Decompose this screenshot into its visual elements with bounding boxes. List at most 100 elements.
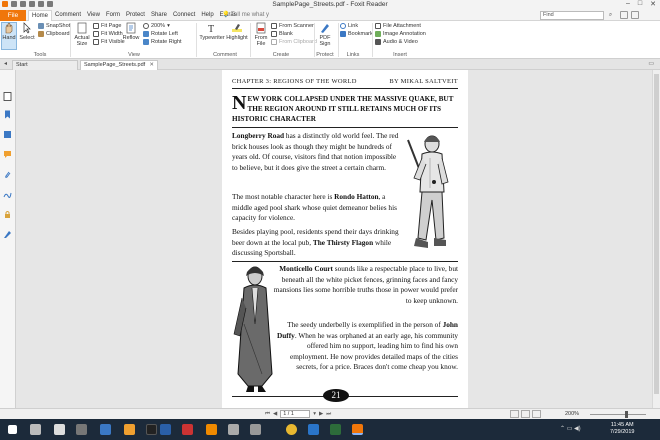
paragraph-monticello: Monticello Court sounds like a respectab…	[273, 264, 458, 305]
maximize-icon[interactable]: □	[638, 0, 642, 8]
rotate-right-button[interactable]: Rotate Right	[143, 39, 182, 45]
notepad-icon[interactable]	[228, 424, 239, 435]
last-page-icon[interactable]: ⏭	[326, 411, 331, 418]
close-icon[interactable]: ✕	[650, 0, 656, 8]
page-thumbnails-icon[interactable]	[3, 92, 12, 101]
chevron-down-icon[interactable]: ▾	[313, 411, 316, 417]
tab-view[interactable]: View	[84, 10, 103, 21]
layers-icon[interactable]	[3, 130, 12, 139]
link-button[interactable]: Link	[340, 23, 358, 29]
attachments-icon[interactable]	[3, 170, 12, 179]
facing-icon[interactable]	[532, 410, 541, 418]
select-tool[interactable]: Select	[18, 22, 36, 41]
clipboard-button[interactable]: Clipboard	[38, 31, 70, 37]
page-number-input[interactable]: 1 / 1	[280, 410, 311, 418]
fit-visible-button[interactable]: Fit Visible	[93, 39, 125, 45]
clipboard-icon	[38, 31, 44, 37]
next-page-icon[interactable]: ▶	[319, 411, 323, 417]
zoom-slider-handle[interactable]	[625, 411, 628, 418]
headline-text: EW YORK COLLAPSED UNDER THE MASSIVE QUAK…	[232, 95, 454, 123]
typewriter-icon: T	[208, 24, 214, 34]
vlc-icon[interactable]	[206, 424, 217, 435]
excel-icon[interactable]	[330, 424, 341, 435]
tab-samplepage[interactable]: SamplePage_Streets.pdf ✕	[80, 60, 158, 70]
tab-form[interactable]: Form	[103, 10, 123, 21]
tab-share[interactable]: Share	[148, 10, 170, 21]
chrome-icon[interactable]	[286, 424, 297, 435]
group-view: View	[128, 52, 140, 58]
clipboard-icon	[271, 39, 277, 45]
fit-page-button[interactable]: Fit Page	[93, 23, 121, 29]
camera-app-icon[interactable]	[30, 424, 41, 435]
first-page-icon[interactable]: ⏮	[265, 411, 270, 418]
tab-layout-icon[interactable]: ▭	[648, 60, 654, 67]
file-attachment-button[interactable]: File Attachment	[375, 23, 421, 29]
paragraph-duffy: The seedy underbelly is exemplified in t…	[276, 320, 458, 371]
document-viewer[interactable]: CHAPTER 3: REGIONS OF THE WORLD BY MIKAL…	[16, 70, 660, 408]
from-scanner-button[interactable]: From Scanner	[271, 23, 314, 29]
image-annotation-button[interactable]: Image Annotation	[375, 31, 426, 37]
windows-start-icon[interactable]	[8, 425, 17, 434]
divider	[232, 261, 458, 262]
hand-tool[interactable]: Hand	[1, 22, 17, 41]
scrollbar-thumb[interactable]	[654, 74, 659, 394]
tab-help[interactable]: Help	[198, 10, 216, 21]
photoshop-ps-icon[interactable]	[160, 424, 171, 435]
highlight-button[interactable]: Highlight	[226, 22, 248, 41]
tell-me-box[interactable]: 💡 Tell me what y	[222, 10, 269, 21]
typewriter-button[interactable]: T Typewriter	[199, 22, 225, 41]
security-icon[interactable]	[3, 210, 12, 219]
foxit-taskbar-icon[interactable]	[352, 424, 363, 435]
bookmarks-icon[interactable]	[3, 110, 12, 119]
file-app-icon[interactable]	[54, 424, 65, 435]
photoshop-icon[interactable]	[146, 424, 157, 435]
prev-page-icon[interactable]: ◀	[273, 411, 277, 417]
zoom-level[interactable]: 200%	[565, 411, 579, 417]
audio-video-button[interactable]: Audio & Video	[375, 39, 418, 45]
filezilla-icon[interactable]	[182, 424, 193, 435]
pen-tool-icon[interactable]	[3, 230, 12, 239]
tab-list-icon[interactable]: ◂	[4, 60, 7, 67]
system-tray[interactable]: ⌃ ▭ ◀)	[560, 425, 581, 432]
settings-app-icon[interactable]	[250, 424, 261, 435]
clock[interactable]: 11:45 AM 7/29/2019	[610, 422, 634, 436]
file-menu[interactable]: File	[0, 10, 26, 21]
find-input[interactable]: Find	[540, 11, 604, 20]
chapter-title: CHAPTER 3: REGIONS OF THE WORLD	[232, 78, 357, 85]
network-app-icon[interactable]	[100, 424, 111, 435]
tab-comment[interactable]: Comment	[52, 10, 84, 21]
from-file-button[interactable]: From File	[252, 22, 270, 47]
continuous-icon[interactable]	[521, 410, 530, 418]
bookmark-button[interactable]: Bookmark	[340, 31, 373, 37]
vertical-scrollbar[interactable]	[652, 70, 660, 408]
actual-size-button[interactable]: Actual Size	[72, 22, 92, 47]
single-page-icon[interactable]	[510, 410, 519, 418]
headline: N EW YORK COLLAPSED UNDER THE MASSIVE QU…	[232, 93, 458, 124]
rotate-left-button[interactable]: Rotate Left	[143, 31, 178, 37]
reflow-button[interactable]: Reflow	[121, 22, 141, 41]
tab-protect[interactable]: Protect	[123, 10, 148, 21]
highlight-icon	[232, 24, 242, 32]
group-insert: Insert	[393, 52, 407, 58]
zoom-slider[interactable]	[590, 414, 646, 415]
pdf-sign-button[interactable]: PDF Sign	[316, 22, 334, 47]
explorer-icon[interactable]	[124, 424, 135, 435]
blank-button[interactable]: Blank	[271, 31, 293, 37]
search-icon[interactable]: ⌕	[606, 11, 615, 20]
comments-icon[interactable]	[3, 150, 12, 159]
chess-app-icon[interactable]	[76, 424, 87, 435]
ribbon-tabs: Home Comment View Form Protect Share Con…	[28, 10, 240, 21]
ribbon-toggle-icon[interactable]	[631, 11, 639, 19]
tab-connect[interactable]: Connect	[170, 10, 198, 21]
close-tab-icon[interactable]: ✕	[149, 61, 154, 70]
tab-start[interactable]: Start	[12, 60, 78, 70]
from-clipboard-button[interactable]: From Clipboard	[271, 39, 317, 45]
tab-home[interactable]: Home	[28, 10, 53, 21]
fit-width-button[interactable]: Fit Width	[93, 31, 123, 37]
word-icon[interactable]	[308, 424, 319, 435]
minimize-icon[interactable]: –	[626, 0, 630, 8]
zoom-select[interactable]: 200% ▾	[143, 23, 170, 29]
snapshot-button[interactable]: SnapShot	[38, 23, 70, 29]
settings-icon[interactable]	[620, 11, 628, 19]
signatures-icon[interactable]	[3, 190, 12, 199]
